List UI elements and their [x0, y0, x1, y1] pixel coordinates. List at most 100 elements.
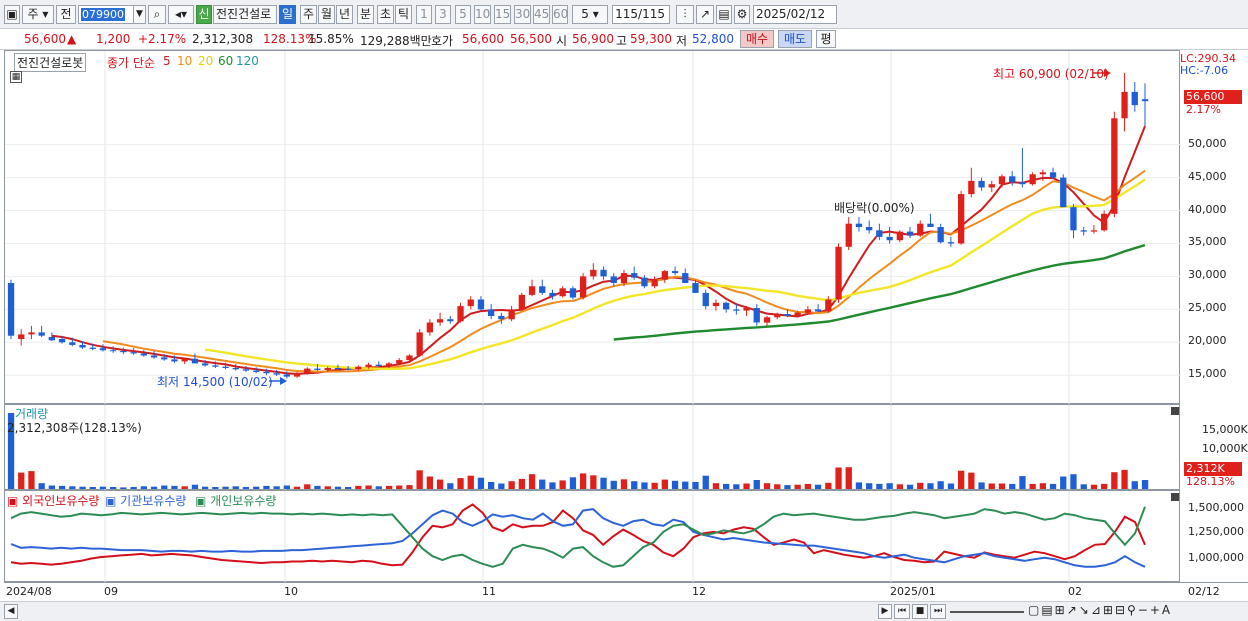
date-field[interactable]: 2025/02/12 [753, 5, 837, 24]
drawing-tools-icon[interactable]: ▢▤⊞↗↘⊿⊞⊟⚲−+A [1028, 603, 1172, 617]
period-tab-0[interactable]: 일 [279, 5, 296, 24]
grid-icon[interactable]: ▦ [10, 71, 22, 83]
save-icon[interactable]: ▤ [716, 5, 732, 24]
volume-bar [426, 476, 433, 489]
volume-bar [436, 479, 444, 489]
volume-bar [99, 486, 107, 489]
market2-button[interactable]: 전 [56, 5, 76, 24]
volume-bar [212, 487, 219, 489]
search-icon[interactable]: ⌕ [148, 5, 166, 24]
period-tab-2[interactable]: 월 [318, 5, 335, 24]
candle-body [620, 273, 628, 283]
holdings-pane[interactable]: ▣ 외국인보유수량 ▣ 기관보유수량 ▣ 개인보유수량 [4, 490, 1180, 583]
price-pane[interactable]: 전진건설로봇 종가 단순 5 10 20 60 120 ▦ 최고 60,900 … [4, 50, 1181, 405]
close-holdings-icon[interactable] [1171, 493, 1179, 501]
volume-bar [375, 486, 382, 489]
volume-bar [1141, 480, 1149, 489]
eval-button[interactable]: 평 [816, 30, 836, 48]
rewind-icon[interactable]: ⏮ [894, 604, 910, 619]
candle-body [293, 373, 301, 377]
period-tab-3[interactable]: 년 [336, 5, 353, 24]
volume-bar [784, 485, 791, 489]
volume-pane[interactable]: 거래량 2,312,308주(128.13%) [4, 404, 1180, 491]
ma5-legend: 5 [163, 54, 171, 68]
candle-body [120, 350, 127, 353]
candle-body [161, 357, 168, 360]
close-volume-icon[interactable] [1171, 407, 1179, 415]
fast-forward-icon[interactable]: ⏭ [930, 604, 946, 619]
volume-bar [253, 486, 260, 489]
candle-body [498, 315, 505, 320]
ma20-legend: 20 [198, 54, 214, 68]
volume-bar [191, 484, 199, 489]
candle-body [763, 317, 771, 323]
candle-body [988, 184, 995, 188]
stop-icon[interactable]: ■ [912, 604, 928, 619]
volume-bar [906, 484, 914, 489]
candle-type-icon[interactable]: ⫶ [676, 5, 694, 24]
period-tab-5[interactable]: 초 [377, 5, 394, 24]
candle-body [58, 339, 66, 343]
interval-button-7[interactable]: 60 [552, 5, 568, 24]
volume-bar [385, 485, 393, 489]
institution-legend: ▣ 기관보유수량 [105, 494, 187, 508]
individual-legend-label: 개인보유수량 [210, 494, 277, 508]
market-select[interactable]: 주 ▾ [22, 5, 54, 24]
candle-body [906, 231, 914, 236]
interval-value-select[interactable]: 5 ▾ [572, 5, 608, 24]
volume-bar [345, 487, 352, 489]
zoom-track[interactable] [950, 611, 1024, 613]
x-label-6: 02 [1068, 585, 1082, 598]
hc-label: HC:-7.06 [1180, 64, 1229, 77]
holdings-tick-1000000: 1,000,000 [1188, 551, 1244, 564]
last-pct-tag: 2.17% [1186, 103, 1221, 116]
candle-body [825, 299, 832, 312]
candle-body [467, 299, 474, 307]
volume-bar [477, 477, 485, 489]
new-badge: 신 [196, 5, 212, 24]
period-tab-4[interactable]: 분 [357, 5, 374, 24]
scroll-left-icon[interactable]: ◀ [4, 604, 18, 619]
chart-scrollbar[interactable]: ◀ ▶ ⏮ ■ ⏭ ▢▤⊞↗↘⊿⊞⊟⚲−+A [0, 601, 1248, 621]
candle-body [99, 348, 107, 351]
volume-bar [927, 483, 934, 489]
speaker-icon[interactable]: ◂▾ [168, 5, 194, 24]
candle-body [753, 308, 760, 323]
candle-body [283, 374, 290, 377]
sell-button[interactable]: 매도 [778, 30, 812, 48]
candle-body [28, 332, 35, 335]
interval-button-3[interactable]: 10 [474, 5, 491, 24]
current-price: 56,600 [24, 32, 66, 46]
period-tab-1[interactable]: 주 [300, 5, 317, 24]
x-axis: 2024/08 09 10 11 12 2025/01 02 02/12 [4, 582, 1248, 601]
turnover-rate: 15.85% [308, 32, 354, 46]
candle-body [835, 246, 842, 300]
toolbar: ▣ 주 ▾ 전 079900 ▼ ⌕ ◂▾ 신 전진건설로 일주월년분초틱 13… [0, 0, 1248, 29]
volume-bar [794, 484, 801, 489]
volume-bar [232, 486, 239, 489]
individual-legend: ▣ 개인보유수량 [195, 494, 277, 508]
volume-bar [69, 486, 76, 489]
buy-button[interactable]: 매수 [740, 30, 774, 48]
period-tab-6[interactable]: 틱 [395, 5, 412, 24]
interval-button-4[interactable]: 15 [494, 5, 511, 24]
volume-bar [651, 482, 658, 489]
scroll-right-icon[interactable]: ▶ [878, 604, 892, 619]
interval-button-1[interactable]: 3 [435, 5, 451, 24]
window-icon[interactable]: ▣ [4, 5, 20, 24]
interval-button-5[interactable]: 30 [514, 5, 531, 24]
candle-body [1121, 91, 1128, 119]
interval-button-0[interactable]: 1 [416, 5, 432, 24]
gear-icon[interactable]: ⚙ [734, 5, 750, 24]
candle-body [396, 360, 403, 364]
interval-button-6[interactable]: 45 [533, 5, 550, 24]
volume-bar [488, 482, 495, 489]
count-field[interactable]: 115/115 [612, 5, 670, 24]
candle-body [814, 309, 822, 312]
interval-button-2[interactable]: 5 [455, 5, 471, 24]
code-dropdown-icon[interactable]: ▼ [133, 5, 146, 24]
candle-body [426, 322, 433, 333]
candle-body [743, 308, 750, 311]
low-arrow-head [280, 377, 287, 385]
crosshair-icon[interactable]: ↗ [696, 5, 714, 24]
